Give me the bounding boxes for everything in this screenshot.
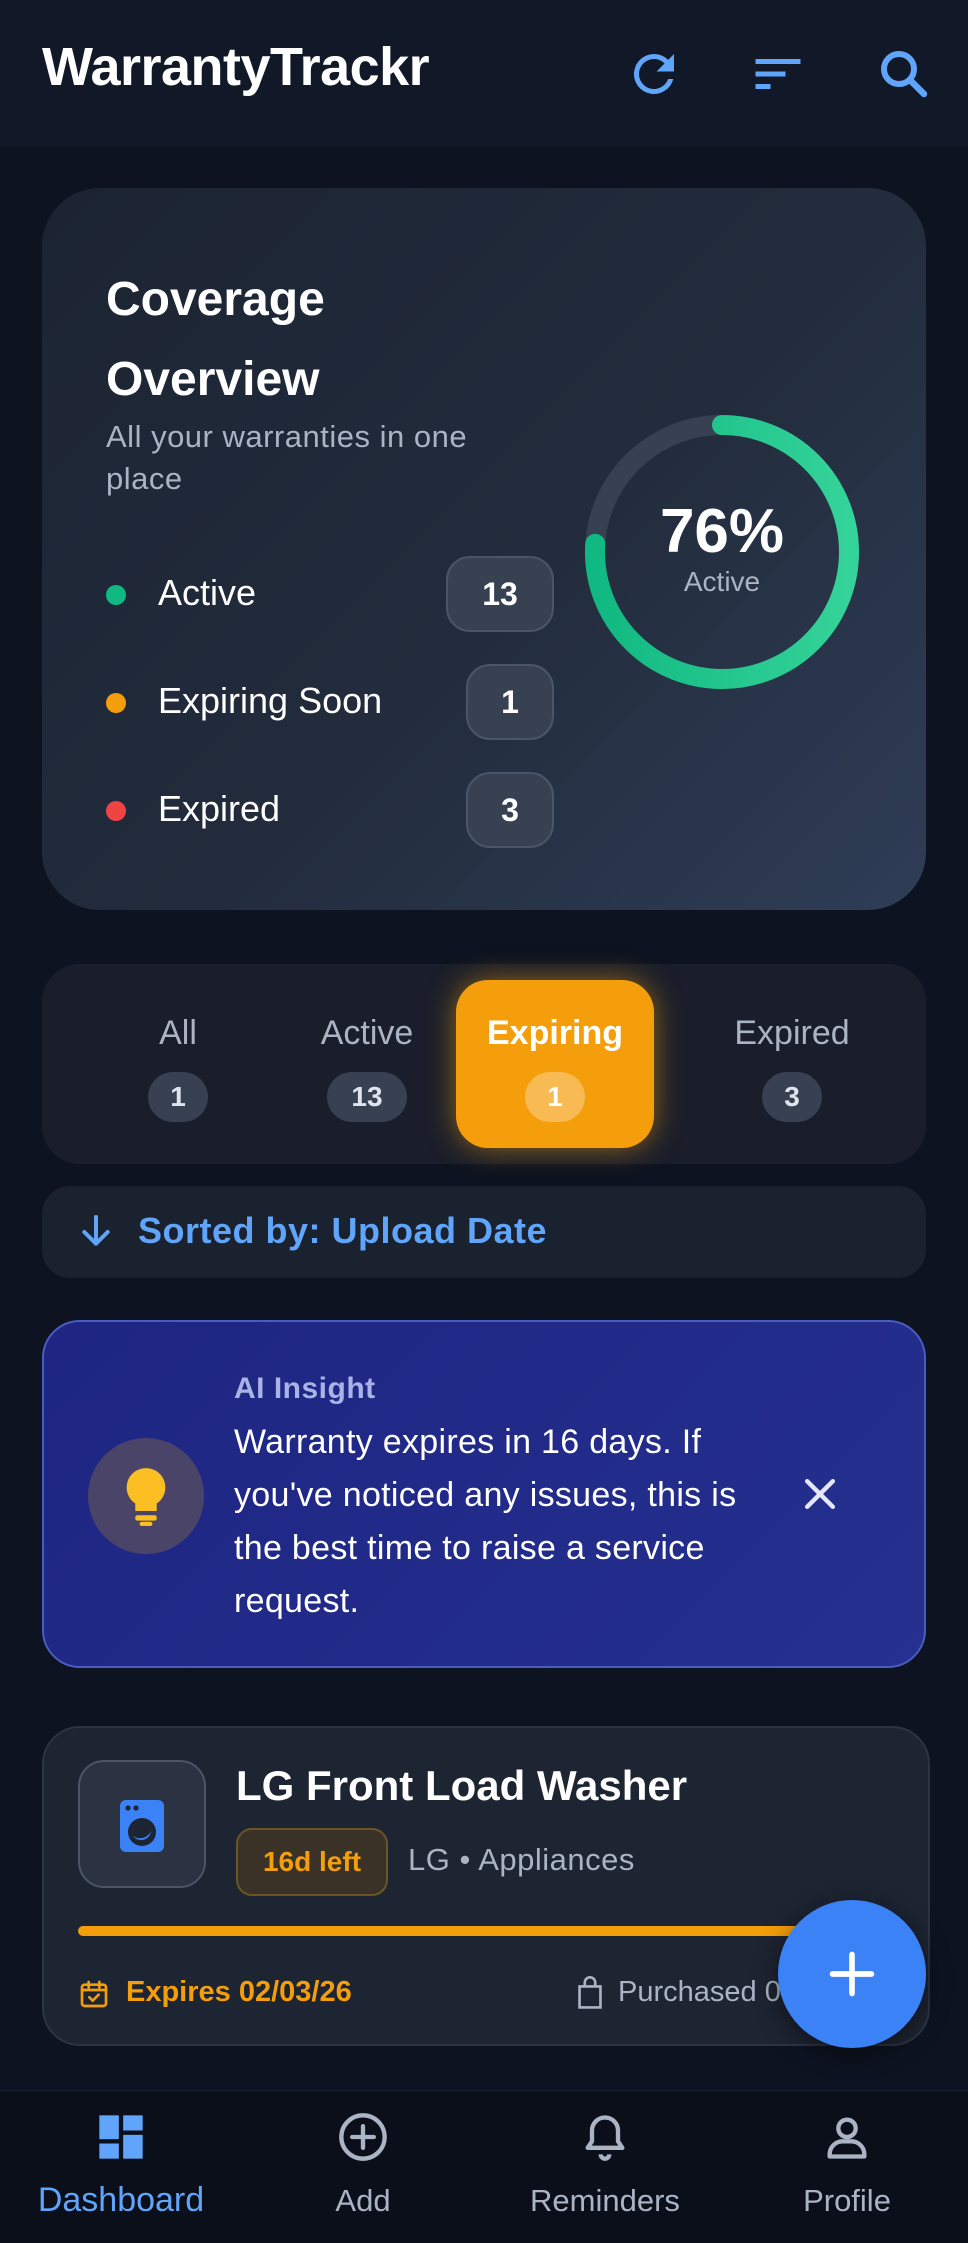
tab-label: Expired <box>734 1014 850 1052</box>
active-status-dot <box>106 585 126 605</box>
stat-label: Active <box>158 572 257 613</box>
close-icon[interactable] <box>798 1472 842 1516</box>
search-icon[interactable] <box>874 44 934 104</box>
refresh-icon[interactable] <box>624 44 684 104</box>
warranty-progress-bar <box>78 1926 888 1936</box>
nav-reminders[interactable]: Reminders <box>484 2091 726 2243</box>
arrow-down-icon <box>82 1215 110 1246</box>
stat-label: Expired <box>158 788 281 829</box>
filter-tabs: All 1 Active 13 Expiring 1 Expired 3 <box>42 964 926 1164</box>
dashboard-icon <box>99 2115 143 2159</box>
app-title: WarrantyTrackr <box>42 37 430 97</box>
tab-count-badge: 13 <box>327 1072 407 1122</box>
tab-all[interactable]: All 1 <box>88 980 268 1148</box>
tab-count-badge: 1 <box>148 1072 208 1122</box>
add-warranty-fab[interactable] <box>778 1900 926 2048</box>
profile-icon <box>827 2117 867 2159</box>
purchase-text: Purchased 0 <box>618 1976 781 2008</box>
tab-expired[interactable]: Expired 3 <box>682 980 902 1148</box>
expiring-status-dot <box>106 693 126 713</box>
coverage-percent-label: Active <box>683 566 761 597</box>
tab-count-badge: 1 <box>525 1072 585 1122</box>
nav-dashboard[interactable]: Dashboard <box>0 2091 242 2243</box>
bottom-navigation: Dashboard Add Reminders Profile <box>0 2090 968 2243</box>
sort-icon[interactable] <box>748 44 808 104</box>
calendar-check-icon <box>80 1980 108 2008</box>
sort-label: Sorted by: Upload Date <box>138 1210 548 1251</box>
nav-label: Reminders <box>530 2183 680 2218</box>
item-brand-category: LG • Appliances <box>408 1842 635 1877</box>
tab-expiring[interactable]: Expiring 1 <box>456 980 654 1148</box>
plus-icon <box>829 1951 875 1997</box>
shopping-bag-icon <box>578 1976 602 2009</box>
item-thumbnail <box>78 1760 206 1888</box>
stat-active: Active 13 <box>106 556 556 632</box>
lightbulb-icon <box>88 1438 204 1554</box>
days-left-badge: 16d left <box>236 1828 388 1896</box>
expiry-text: Expires 02/03/26 <box>126 1976 352 2008</box>
stat-expired: Expired 3 <box>106 772 556 848</box>
top-app-bar: WarrantyTrackr <box>0 0 968 146</box>
tab-label: Active <box>320 1014 414 1052</box>
insight-heading: AI Insight <box>234 1372 376 1405</box>
bell-icon <box>585 2115 625 2161</box>
nav-label: Dashboard <box>37 2181 205 2219</box>
add-circle-icon <box>339 2113 387 2161</box>
overview-title: Coverage Overview <box>106 273 325 406</box>
expired-status-dot <box>106 801 126 821</box>
stat-count: 1 <box>466 664 554 740</box>
warranty-progress-fill <box>78 1926 807 1936</box>
stat-count: 3 <box>466 772 554 848</box>
stat-count: 13 <box>446 556 554 632</box>
stat-label: Expiring Soon <box>158 680 383 721</box>
tab-active[interactable]: Active 13 <box>274 980 460 1148</box>
nav-add[interactable]: Add <box>242 2091 484 2243</box>
nav-profile[interactable]: Profile <box>726 2091 968 2243</box>
washing-machine-icon <box>120 1800 164 1852</box>
nav-label: Add <box>335 2183 391 2218</box>
coverage-overview-card: Coverage Overview All your warranties in… <box>42 188 926 910</box>
insight-message: Warranty expires in 16 days. If you've n… <box>234 1423 737 1620</box>
overview-subtitle: All your warranties in one place <box>106 419 468 496</box>
coverage-percent: 76% <box>659 497 785 566</box>
nav-label: Profile <box>803 2183 891 2218</box>
tab-label: All <box>159 1014 197 1052</box>
tab-label: Expiring <box>486 1014 624 1052</box>
stat-expiring-soon: Expiring Soon 1 <box>106 664 556 740</box>
sort-selector[interactable]: Sorted by: Upload Date <box>42 1186 926 1278</box>
item-name: LG Front Load Washer <box>236 1762 688 1809</box>
ai-insight-card: AI Insight Warranty expires in 16 days. … <box>42 1320 926 1668</box>
tab-count-badge: 3 <box>762 1072 822 1122</box>
